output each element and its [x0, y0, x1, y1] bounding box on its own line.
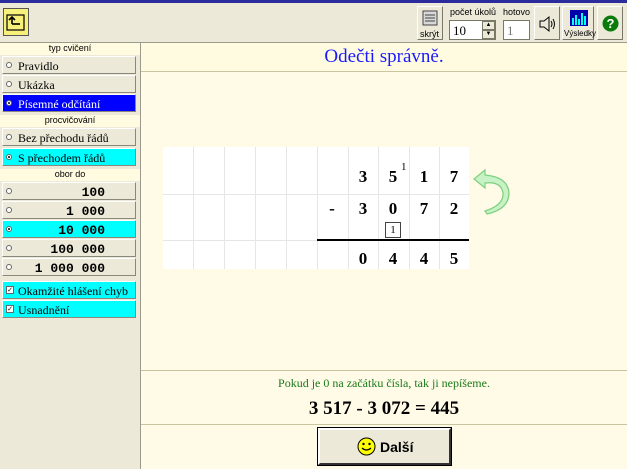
grid-line — [224, 147, 225, 269]
result-digit: 4 — [388, 249, 398, 268]
task-count-label: počet úkolů — [450, 7, 497, 17]
radio-selected-icon — [6, 226, 12, 232]
checkbox-usnadneni[interactable]: ✓ Usnadnění — [2, 300, 136, 318]
practice-label: procvičování — [0, 115, 140, 127]
help-icon: ? — [602, 15, 619, 32]
divider — [141, 370, 627, 371]
radio-icon — [6, 81, 12, 87]
hide-button[interactable]: skrýt — [417, 6, 443, 40]
divider — [141, 424, 627, 425]
option-label: 100 000 — [50, 242, 105, 257]
option-range-10000[interactable]: 10 000 — [2, 220, 136, 238]
sum-line — [317, 239, 469, 241]
radio-icon — [6, 62, 12, 68]
borrow-arrow-icon — [473, 168, 510, 215]
radio-icon — [6, 264, 12, 270]
range-label: obor do — [0, 169, 140, 181]
option-label: 1 000 000 — [34, 261, 105, 276]
option-bez-prechodu[interactable]: Bez přechodu řádů — [2, 128, 136, 146]
radio-icon — [6, 207, 12, 213]
next-button-label: Další — [380, 439, 414, 455]
hide-icon — [422, 10, 438, 26]
subtrahend-digit: 2 — [449, 199, 459, 218]
radio-selected-icon — [6, 100, 12, 106]
subtrahend-digit: 7 — [419, 199, 429, 218]
grid-line — [193, 147, 194, 269]
option-range-100[interactable]: 100 — [2, 182, 136, 200]
equation-text: 3 517 - 3 072 = 445 — [308, 398, 460, 419]
hint-text: Pokud je 0 na začátku čísla, tak ji nepí… — [278, 376, 490, 390]
back-folder-icon — [6, 14, 25, 31]
next-button[interactable]: Další — [317, 427, 452, 466]
help-glyph: ? — [607, 16, 615, 31]
help-button[interactable]: ? — [597, 6, 623, 40]
checkbox-checked-icon: ✓ — [6, 286, 14, 294]
option-s-prechodem[interactable]: S přechodem řádů — [2, 148, 136, 166]
stepper-down-icon[interactable]: ▼ — [482, 30, 495, 39]
subtraction-grid: 3 5 1 1 7 - 3 0 7 2 1 0 4 4 5 — [163, 147, 469, 269]
grid-line — [163, 194, 469, 195]
option-range-1000000[interactable]: 1 000 000 — [2, 258, 136, 276]
subtrahend-digit: 0 — [388, 199, 398, 218]
toolbar: skrýt počet úkolů 10 ▲ ▼ hotovo 1 Výsled… — [0, 3, 627, 43]
borrow-input[interactable]: 1 — [385, 222, 401, 238]
option-label: Ukázka — [18, 78, 55, 92]
results-chart-icon — [570, 10, 588, 26]
checkbox-label: Usnadnění — [18, 303, 70, 317]
option-label: Bez přechodu řádů — [18, 131, 109, 145]
subtrahend-digit: 3 — [358, 199, 368, 218]
option-label: Písemné odčítání — [18, 97, 101, 111]
option-label: Pravidlo — [18, 59, 59, 73]
option-pisemne-odcitani[interactable]: Písemné odčítání — [2, 94, 136, 112]
done-label: hotovo — [503, 7, 531, 17]
smiley-icon — [357, 437, 376, 456]
task-count-value: 10 — [453, 23, 466, 38]
results-button[interactable]: Výsledky — [562, 6, 597, 40]
minuend-digit: 7 — [449, 167, 459, 186]
done-value: 1 — [507, 23, 514, 38]
result-digit: 0 — [358, 249, 368, 268]
exercise-type-label: typ cvičení — [0, 43, 140, 55]
option-range-100000[interactable]: 100 000 — [2, 239, 136, 257]
results-label: Výsledky — [564, 29, 597, 38]
option-range-1000[interactable]: 1 000 — [2, 201, 136, 219]
radio-icon — [6, 134, 12, 140]
radio-selected-icon — [6, 154, 12, 160]
minuend-digit: 3 — [358, 167, 368, 186]
main-area: Odečti správně. 3 5 1 1 7 - 3 0 7 2 1 0 … — [141, 43, 627, 469]
option-label: S přechodem řádů — [18, 151, 106, 165]
hide-label: skrýt — [420, 29, 439, 39]
sound-button[interactable] — [534, 6, 560, 40]
speaker-icon — [539, 15, 555, 33]
radio-icon — [6, 245, 12, 251]
grid-line — [286, 147, 287, 269]
option-label: 100 — [81, 185, 105, 200]
option-pravidlo[interactable]: Pravidlo — [2, 56, 136, 74]
done-field: 1 — [503, 20, 530, 40]
checkbox-instant-errors[interactable]: ✓ Okamžité hlášení chyb — [2, 281, 136, 299]
back-button[interactable] — [3, 8, 29, 36]
option-label: 10 000 — [58, 223, 105, 238]
result-digit: 5 — [449, 249, 459, 268]
carry-mark: 1 — [401, 161, 407, 173]
grid-line — [255, 147, 256, 269]
page-title: Odečti správně. — [141, 43, 627, 72]
stepper-up-icon[interactable]: ▲ — [482, 21, 495, 30]
checkbox-label: Okamžité hlášení chyb — [18, 284, 128, 298]
minuend-digit: 1 — [419, 167, 429, 186]
radio-icon — [6, 188, 12, 194]
sidebar: typ cvičení Pravidlo Ukázka Písemné odčí… — [0, 43, 141, 469]
option-label: 1 000 — [65, 204, 105, 219]
checkbox-checked-icon: ✓ — [6, 305, 14, 313]
option-ukazka[interactable]: Ukázka — [2, 75, 136, 93]
task-count-stepper[interactable]: 10 ▲ ▼ — [449, 20, 496, 40]
minus-sign: - — [329, 199, 335, 218]
result-digit: 4 — [419, 249, 429, 268]
